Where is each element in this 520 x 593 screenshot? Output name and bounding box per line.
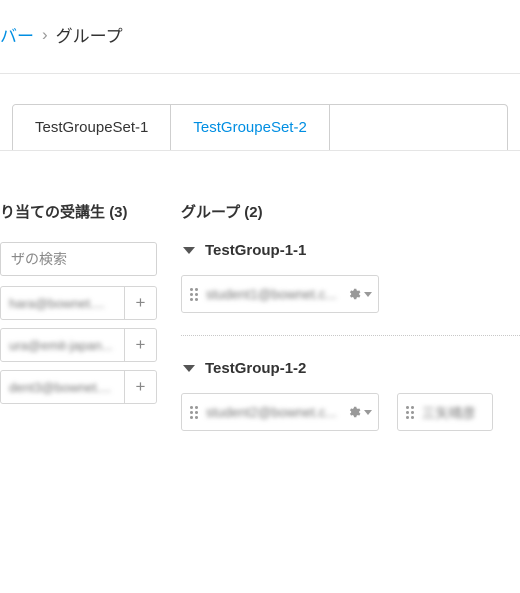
tabs: TestGroupeSet-1 TestGroupeSet-2 (12, 104, 508, 151)
plus-icon: + (136, 293, 146, 313)
gear-icon (347, 287, 361, 301)
student-row[interactable]: dent3@bownet.... + (0, 370, 157, 404)
chevron-down-icon (364, 410, 372, 415)
drag-handle-icon[interactable] (190, 288, 198, 301)
breadcrumb-current: グループ (56, 22, 123, 47)
breadcrumb-parent[interactable]: バー (0, 22, 34, 47)
tab-groupset-2[interactable]: TestGroupeSet-2 (171, 105, 329, 150)
member-name: 三矢晴彦 (422, 402, 486, 422)
gear-icon (347, 405, 361, 419)
group-name: TestGroup-1-2 (205, 360, 306, 377)
member-options-button[interactable] (347, 287, 372, 301)
breadcrumb-separator: › (42, 25, 48, 45)
student-name: ura@emit-japan... (1, 338, 124, 353)
member-name: student2@bownet.c... (206, 405, 347, 420)
group-header[interactable]: TestGroup-1-1 (181, 242, 520, 259)
group-block: TestGroup-1-2 student2@bownet.c... (181, 360, 520, 431)
add-student-button[interactable]: + (124, 371, 156, 403)
drag-handle-icon[interactable] (190, 406, 198, 419)
unassigned-title: り当ての受講生 (3) (0, 201, 157, 222)
group-members: student1@bownet.c... (181, 275, 520, 313)
member-options-button[interactable] (347, 405, 372, 419)
unassigned-count: (3) (109, 204, 127, 221)
group-header[interactable]: TestGroup-1-2 (181, 360, 520, 377)
group-divider (181, 335, 520, 336)
member-card[interactable]: 三矢晴彦 (397, 393, 493, 431)
tabs-underline (0, 150, 520, 151)
student-row[interactable]: hara@bownet.... + (0, 286, 157, 320)
breadcrumb: バー › グループ (0, 0, 520, 74)
drag-handle-icon[interactable] (406, 406, 414, 419)
chevron-down-icon (183, 365, 195, 372)
student-name: hara@bownet.... (1, 296, 124, 311)
member-name: student1@bownet.c... (206, 287, 347, 302)
groups-title-text: グループ (181, 204, 240, 221)
unassigned-column: り当ての受講生 (3) hara@bownet.... + ura@emit-j… (0, 201, 175, 453)
tab-groupset-1[interactable]: TestGroupeSet-1 (13, 105, 171, 150)
groups-count: (2) (244, 204, 262, 221)
add-student-button[interactable]: + (124, 287, 156, 319)
plus-icon: + (136, 377, 146, 397)
chevron-down-icon (183, 247, 195, 254)
main: り当ての受講生 (3) hara@bownet.... + ura@emit-j… (0, 201, 520, 453)
student-row[interactable]: ura@emit-japan... + (0, 328, 157, 362)
plus-icon: + (136, 335, 146, 355)
chevron-down-icon (364, 292, 372, 297)
groups-title: グループ (2) (181, 201, 520, 222)
add-student-button[interactable]: + (124, 329, 156, 361)
member-card[interactable]: student1@bownet.c... (181, 275, 379, 313)
groups-column: グループ (2) TestGroup-1-1 student1@bownet.c… (175, 201, 520, 453)
unassigned-title-text: り当ての受講生 (0, 204, 105, 221)
group-members: student2@bownet.c... 三矢晴彦 (181, 393, 520, 431)
group-name: TestGroup-1-1 (205, 242, 306, 259)
student-name: dent3@bownet.... (1, 380, 124, 395)
member-card[interactable]: student2@bownet.c... (181, 393, 379, 431)
search-input[interactable] (0, 242, 157, 276)
group-block: TestGroup-1-1 student1@bownet.c... (181, 242, 520, 313)
tabs-container: TestGroupeSet-1 TestGroupeSet-2 (0, 74, 520, 151)
